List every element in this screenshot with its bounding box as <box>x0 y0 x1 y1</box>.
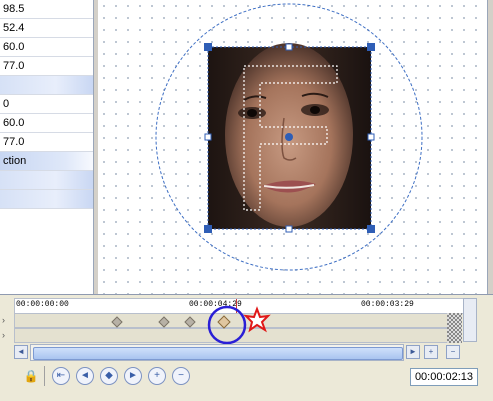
current-time-display[interactable]: 00:00:02:13 <box>410 368 478 386</box>
property-row[interactable]: 60.0 <box>0 38 93 57</box>
keyframe-diamond <box>111 316 123 328</box>
next-keyframe-button[interactable]: ► <box>124 367 142 385</box>
lock-icon[interactable]: 🔒 <box>22 367 40 385</box>
canvas-overlay <box>155 3 423 271</box>
first-keyframe-button[interactable]: ⇤ <box>52 367 70 385</box>
property-list: 98.5 52.4 60.0 77.0 0 60.0 77.0 ction <box>0 0 94 294</box>
property-row[interactable]: 60.0 <box>0 114 93 133</box>
scroll-right-button[interactable]: ► <box>406 345 420 359</box>
handle-bottom-left <box>204 225 212 233</box>
handle-top-right <box>367 43 375 51</box>
add-keyframe-button[interactable]: ◆ <box>100 367 118 385</box>
selected-keyframe-diamond <box>217 315 231 329</box>
property-group-header[interactable]: ction <box>0 152 93 171</box>
handle-top-left <box>204 43 212 51</box>
property-row[interactable]: 77.0 <box>0 57 93 76</box>
star-marker <box>243 306 271 333</box>
preview-canvas[interactable] <box>98 0 487 294</box>
handle-bottom-right <box>367 225 375 233</box>
property-row[interactable]: 0 <box>0 95 93 114</box>
property-row[interactable]: 98.5 <box>0 0 93 19</box>
add-button[interactable]: + <box>148 367 166 385</box>
timeline-hscroll[interactable] <box>30 344 404 361</box>
property-group-header[interactable] <box>0 171 93 190</box>
handle-top <box>285 43 293 51</box>
handle-bottom <box>285 225 293 233</box>
property-row[interactable]: 52.4 <box>0 19 93 38</box>
canvas-edge <box>487 0 493 294</box>
handle-left <box>204 133 212 141</box>
property-group-header[interactable] <box>0 76 93 95</box>
keyframe-diamond <box>184 316 196 328</box>
zoom-out-button[interactable]: − <box>446 345 460 359</box>
handle-right <box>367 133 375 141</box>
zoom-in-button[interactable]: + <box>424 345 438 359</box>
prev-keyframe-button[interactable]: ◄ <box>76 367 94 385</box>
center-point <box>285 133 293 141</box>
toolbar-separator <box>44 366 45 386</box>
remove-button[interactable]: − <box>172 367 190 385</box>
keyframe-diamond <box>158 316 170 328</box>
scroll-thumb[interactable] <box>33 347 403 360</box>
scroll-left-button[interactable]: ◄ <box>14 345 28 359</box>
property-row[interactable]: 77.0 <box>0 133 93 152</box>
property-group-header[interactable] <box>0 190 93 209</box>
